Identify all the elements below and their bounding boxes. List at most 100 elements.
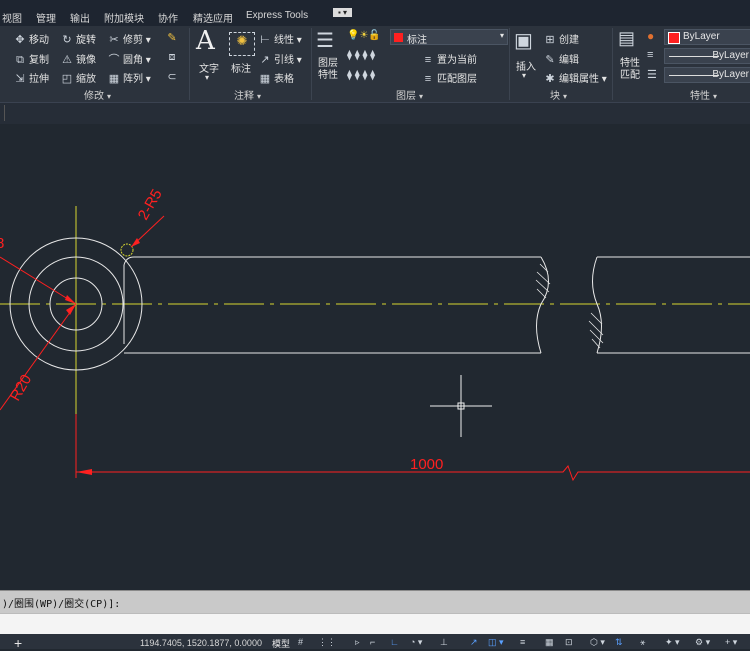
- match-layer-button[interactable]: ≡ 匹配图层: [422, 70, 477, 85]
- color-swatch: [668, 32, 680, 44]
- insert-block-icon[interactable]: ▣: [514, 28, 533, 53]
- copy-icon: ⧉: [16, 54, 24, 66]
- dynamic-ucs-icon[interactable]: ⇅: [615, 637, 623, 648]
- table-button[interactable]: ▦ 表格: [259, 70, 294, 85]
- annotation-panel-title[interactable]: 注释 ▾: [234, 87, 261, 102]
- explode-button[interactable]: ⧈: [166, 51, 181, 64]
- dynamic-input-icon[interactable]: ⌐: [370, 637, 375, 647]
- workspace-switch-icon[interactable]: ▪ ▾: [333, 8, 353, 17]
- stretch-button[interactable]: ⇲ 拉伸: [14, 70, 49, 85]
- color-wheel-icon: ●: [647, 29, 655, 43]
- match-properties-icon[interactable]: ▤: [618, 28, 635, 49]
- menu-output[interactable]: 输出: [70, 10, 90, 25]
- chevron-down-icon: ▾: [499, 31, 504, 40]
- offset-icon: ⊂: [167, 71, 177, 83]
- dimension-icon[interactable]: ✺: [229, 32, 255, 56]
- edit-attributes-button[interactable]: ✱ 编辑属性 ▾: [544, 70, 606, 85]
- stretch-icon: ⇲: [15, 73, 25, 85]
- polar-icon[interactable]: ◔ ▾: [410, 637, 422, 648]
- leader-button[interactable]: ↗ 引线 ▾: [259, 51, 301, 66]
- grid-icon[interactable]: #: [298, 637, 303, 647]
- drawing-canvas[interactable]: 2-R5 R20 8 1000: [0, 124, 750, 590]
- snap-icon[interactable]: ⋮⋮: [318, 637, 336, 648]
- annotation-scale-icon[interactable]: ✦ ▾: [665, 637, 680, 648]
- lineweight-dropdown[interactable]: ByLayer: [664, 48, 750, 64]
- menu-manage[interactable]: 管理: [36, 10, 56, 25]
- trim-button[interactable]: ✂ 修剪 ▾: [108, 31, 150, 46]
- model-space-button[interactable]: 模型: [272, 637, 290, 650]
- layers-panel-title[interactable]: 图层 ▾: [396, 87, 423, 102]
- menu-express-tools[interactable]: Express Tools: [246, 10, 308, 21]
- insert-dropdown-icon[interactable]: ▾: [522, 71, 526, 80]
- modify-panel-title[interactable]: 修改 ▾: [84, 87, 111, 102]
- layer-dropdown[interactable]: 标注 ▾: [390, 29, 508, 46]
- 3d-osnap-icon[interactable]: ⬡ ▾: [590, 637, 605, 648]
- selection-cycling-icon[interactable]: ⊡: [565, 637, 573, 648]
- scale-button[interactable]: ◰ 缩放: [61, 70, 96, 85]
- text-icon[interactable]: A: [196, 26, 215, 56]
- text-dropdown-icon[interactable]: ▾: [205, 73, 209, 82]
- mirror-icon: ⚠: [62, 54, 72, 66]
- create-block-button[interactable]: ⊞ 创建: [544, 31, 579, 46]
- layer-properties-button[interactable]: 图层 特性: [318, 58, 338, 82]
- linetype-icon: ☰: [647, 69, 657, 81]
- drawing-svg[interactable]: 2-R5 R20 8 1000: [0, 124, 750, 590]
- color-dropdown[interactable]: ByLayer: [664, 29, 750, 45]
- menu-addins[interactable]: 附加模块: [104, 10, 144, 25]
- lineweight-toggle-icon[interactable]: ≡: [520, 637, 525, 647]
- edit-block-button[interactable]: ✎ 编辑: [544, 51, 579, 66]
- erase-icon: ✎: [167, 32, 177, 44]
- trim-icon: ✂: [109, 34, 119, 46]
- array-icon: ▦: [108, 73, 120, 85]
- scale-icon: ◰: [61, 73, 73, 85]
- menu-featured-apps[interactable]: 精选应用: [193, 10, 233, 25]
- rotate-button[interactable]: ↻ 旋转: [61, 31, 96, 46]
- dim-1000-arrowhead: [76, 469, 92, 475]
- create-block-icon: ⊞: [545, 34, 555, 46]
- edit-attrib-icon: ✱: [545, 73, 555, 85]
- file-tab-strip: [0, 102, 750, 125]
- menu-collaborate[interactable]: 协作: [158, 10, 178, 25]
- fillet-button[interactable]: ⌒ 圆角 ▾: [108, 51, 151, 67]
- break-line-left: [536, 256, 549, 354]
- set-current-icon: ≡: [424, 54, 432, 66]
- transparency-icon[interactable]: ▦: [545, 637, 554, 648]
- erase-button[interactable]: ✎: [166, 31, 181, 44]
- dimension-button[interactable]: 标注: [231, 60, 251, 75]
- menu-view[interactable]: 视图: [2, 10, 22, 25]
- move-button[interactable]: ✥ 移动: [14, 31, 49, 46]
- linetype-dropdown[interactable]: ByLayer: [664, 67, 750, 83]
- ribbon: ✥ 移动 ↻ 旋转 ✂ 修剪 ▾ ✎ ⧉ 复制 ⚠ 镜像 ⌒ 圆角 ▾ ⧈ ⇲ 拉伸 ◰ 缩放 …: [0, 26, 750, 102]
- break-line-right: [592, 256, 602, 354]
- ortho-icon[interactable]: ∟: [390, 637, 399, 647]
- coordinate-readout[interactable]: 1194.7405, 1520.1877, 0.0000: [140, 638, 262, 648]
- object-snap-tracking-icon[interactable]: ↗: [470, 637, 478, 648]
- r20-arrowhead: [66, 304, 76, 315]
- infer-icon[interactable]: ▹: [355, 637, 360, 648]
- set-current-button[interactable]: ≡ 置为当前: [422, 51, 477, 66]
- rotate-icon: ↻: [62, 34, 72, 46]
- command-input[interactable]: [0, 613, 750, 635]
- status-bar: + 1194.7405, 1520.1877, 0.0000 模型 # ⋮⋮ ▹…: [0, 634, 750, 651]
- block-panel-title[interactable]: 块 ▾: [550, 87, 567, 102]
- copy-button[interactable]: ⧉ 复制: [14, 51, 49, 67]
- leader-icon: ↗: [260, 54, 270, 66]
- isodraft-icon[interactable]: ⊥: [440, 637, 448, 648]
- layer-tools-row2[interactable]: ⧫ ⧫ ⧫ ⧫: [347, 70, 375, 81]
- annotation-monitor-icon[interactable]: + ▾: [725, 637, 737, 648]
- layer-tools-row1[interactable]: ⧫ ⧫ ⧫ ⧫: [347, 50, 375, 61]
- object-snap-icon[interactable]: ◫ ▾: [488, 637, 504, 648]
- crosshair-cursor: [430, 375, 492, 437]
- match-properties-button[interactable]: 特性 匹配: [620, 58, 640, 82]
- layer-properties-icon[interactable]: ☰: [316, 28, 334, 53]
- properties-panel-title[interactable]: 特性 ▾: [690, 87, 717, 102]
- annotation-visibility-icon[interactable]: ⚹: [640, 637, 645, 648]
- array-button[interactable]: ▦ 阵列 ▾: [108, 70, 151, 85]
- fillet-marker: [120, 243, 134, 257]
- offset-button[interactable]: ⊂: [166, 70, 181, 83]
- fillet-arc: [123, 256, 135, 266]
- linear-dim-button[interactable]: ⊢ 线性 ▾: [259, 31, 302, 46]
- mirror-button[interactable]: ⚠ 镜像: [61, 51, 96, 66]
- linear-dim-icon: ⊢: [260, 34, 270, 46]
- workspace-gear-icon[interactable]: ⚙ ▾: [695, 637, 710, 648]
